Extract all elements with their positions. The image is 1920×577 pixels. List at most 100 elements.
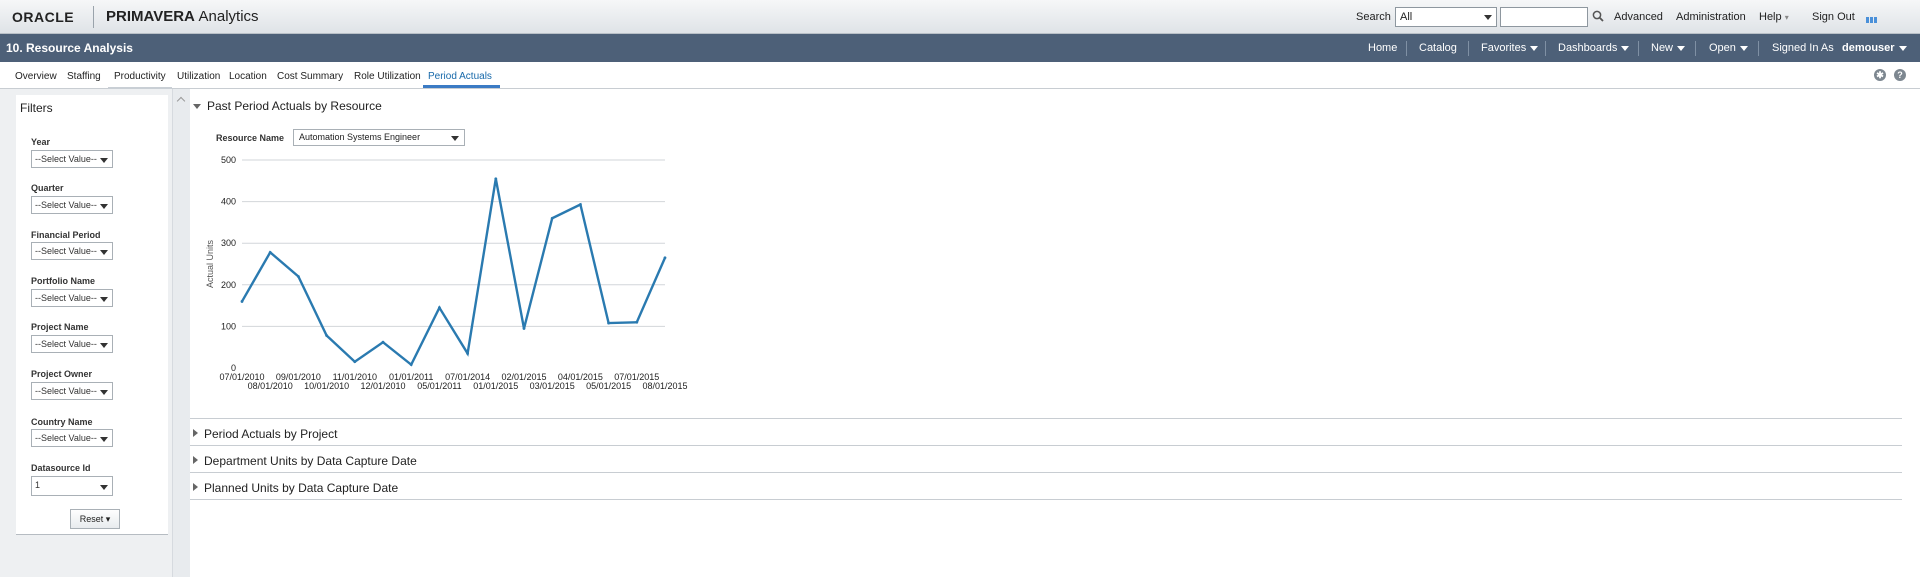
chevron-down-icon [100,485,108,490]
section-divider [190,472,1902,473]
chevron-down-icon [1530,45,1539,51]
data-point [607,321,610,325]
gear-icon[interactable]: ✱ [1874,69,1886,81]
tab-location[interactable]: Location [229,71,267,82]
section-period-actuals-by-project[interactable]: Period Actuals by Project [193,427,337,441]
data-point [579,203,582,206]
tab-role-utilization[interactable]: Role Utilization [354,71,421,82]
catalog-link[interactable]: Catalog [1419,42,1457,54]
section-title: Department Units [204,454,298,468]
sign-out-link[interactable]: Sign Out [1812,11,1855,23]
section-divider [190,445,1902,446]
y-tick-label: 100 [221,321,236,331]
chevron-down-icon [100,250,108,255]
datasource-id-label: Datasource Id [31,463,91,473]
filters-panel: Filters Year --Select Value-- Quarter --… [0,89,173,577]
project-owner-select[interactable]: --Select Value-- [31,382,113,400]
chevron-down-icon [451,136,459,141]
home-link[interactable]: Home [1368,42,1397,54]
filters-collapse-strip[interactable] [173,89,190,577]
tab-cost-summary[interactable]: Cost Summary [277,71,343,82]
data-point [466,352,469,355]
user-menu[interactable]: demouser [1842,42,1907,54]
country-name-select[interactable]: --Select Value-- [31,429,113,447]
open-menu-label: Open [1709,42,1736,54]
new-menu[interactable]: New [1651,42,1686,54]
tab-overview[interactable]: Overview [15,71,57,82]
resource-name-label: Resource Name [216,133,285,143]
chevron-up-icon [176,96,186,106]
section-planned-units[interactable]: Planned Units by Data Capture Date [193,481,398,495]
chevron-down-icon [100,343,108,348]
help-link[interactable]: Help ▾ [1759,11,1789,23]
search-scope-value: All [1400,11,1413,23]
quarter-value: --Select Value-- [35,200,97,210]
chevron-down-icon [1739,45,1748,51]
section-department-units[interactable]: Department Units by Data Capture Date [193,454,417,468]
year-label: Year [31,137,51,147]
section-divider [190,418,1902,419]
data-point [438,306,441,310]
quarter-label: Quarter [31,183,64,193]
year-value: --Select Value-- [35,154,97,164]
resource-name-select[interactable]: Automation Systems Engineer [293,129,465,146]
search-scope-select[interactable]: All [1395,7,1497,27]
y-tick-label: 300 [221,238,236,248]
help-link-label: Help [1759,11,1782,23]
reset-button[interactable]: Reset ▾ [70,509,120,529]
chevron-down-icon [100,204,108,209]
section-divider [190,499,1902,500]
data-point [635,320,639,324]
collapsed-triangle-icon [193,483,198,491]
y-axis-label: Actual Units [205,239,215,288]
tab-utilization[interactable]: Utilization [177,71,220,82]
chevron-down-icon [100,390,108,395]
tab-period-actuals[interactable]: Period Actuals [428,71,492,82]
chevron-down-icon [100,158,108,163]
project-owner-value: --Select Value-- [35,386,97,396]
series-line [240,178,667,367]
section-title-suffix: by Project [284,427,338,441]
country-name-value: --Select Value-- [35,433,97,443]
search-input[interactable] [1500,7,1588,27]
collapsed-triangle-icon [193,456,198,464]
open-menu[interactable]: Open [1709,42,1748,54]
expanded-triangle-icon [193,104,201,109]
x-tick-label: 12/01/2010 [360,381,405,391]
chevron-down-icon: ▾ [105,514,111,524]
tab-staffing[interactable]: Staffing [67,71,101,82]
help-icon[interactable]: ? [1894,69,1906,81]
data-point [268,250,272,254]
chevron-down-icon [100,437,108,442]
project-name-select[interactable]: --Select Value-- [31,335,113,353]
data-point [494,177,498,181]
section-title-suffix: by Data Capture Date [282,481,399,495]
datasource-id-select[interactable]: 1 [31,476,113,496]
x-tick-label: 08/01/2010 [248,381,293,391]
section-past-period-actuals[interactable]: Past Period Actuals by Resource [193,99,382,113]
portfolio-name-label: Portfolio Name [31,276,96,286]
chevron-down-icon [100,297,108,302]
user-name: demouser [1842,42,1895,54]
x-tick-label: 05/01/2011 [417,381,461,391]
search-icon[interactable] [1592,10,1604,22]
x-tick-label: 05/01/2015 [586,381,631,391]
logo-divider [93,6,94,28]
filters-title: Filters [20,101,53,115]
favorites-menu[interactable]: Favorites [1481,42,1539,54]
tab-productivity[interactable]: Productivity [108,68,172,89]
country-name-label: Country Name [31,417,93,427]
section-title-suffix: by Resource [314,99,382,113]
financial-period-value: --Select Value-- [35,246,97,256]
portfolio-name-select[interactable]: --Select Value-- [31,289,113,307]
quarter-select[interactable]: --Select Value-- [31,196,113,214]
activity-indicator-icon [1866,14,1878,26]
financial-period-select[interactable]: --Select Value-- [31,242,113,260]
advanced-link[interactable]: Advanced [1614,11,1663,23]
dashboards-menu[interactable]: Dashboards [1558,42,1630,54]
collapsed-triangle-icon [193,429,198,437]
administration-link[interactable]: Administration [1676,11,1746,23]
chevron-down-icon [1484,15,1492,20]
search-label: Search [1356,11,1391,23]
year-select[interactable]: --Select Value-- [31,150,113,168]
